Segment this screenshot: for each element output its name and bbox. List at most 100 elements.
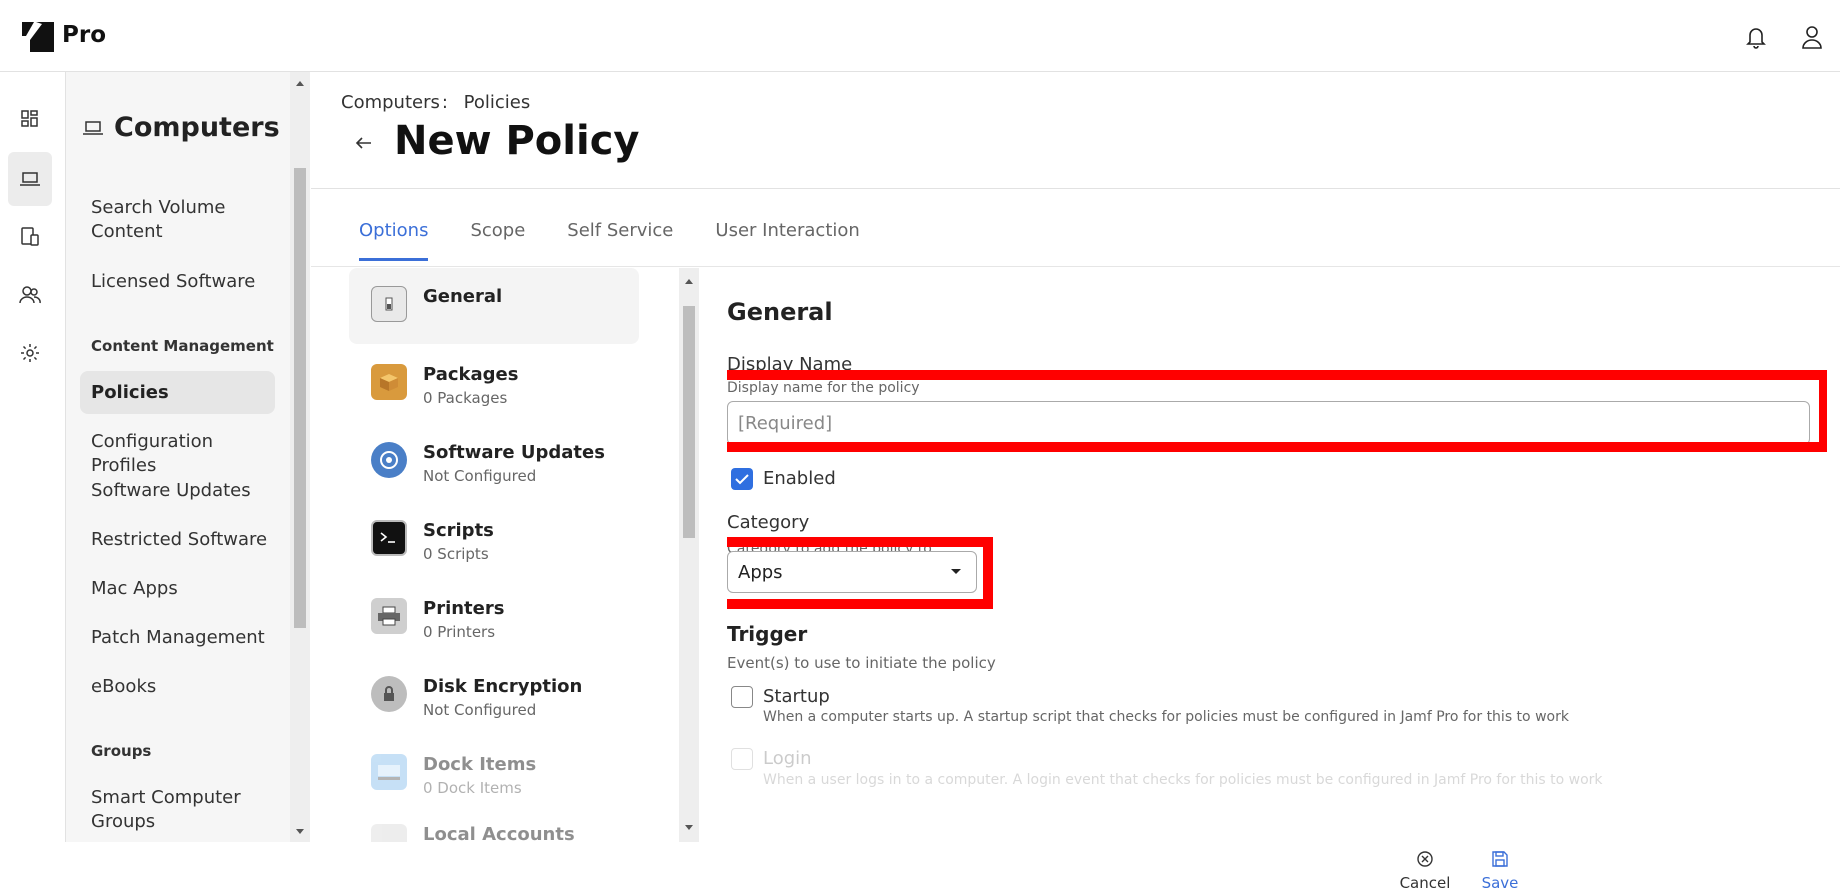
scroll-down-icon[interactable] — [290, 824, 310, 840]
startup-checkbox[interactable] — [731, 686, 753, 708]
rail-settings[interactable] — [8, 326, 52, 380]
main-content: Computers: Policies New Policy Options S… — [311, 72, 1840, 892]
sidebar-item-licensed-software[interactable]: Licensed Software — [91, 270, 281, 294]
switch-icon — [371, 286, 407, 322]
trigger-title: Trigger — [727, 622, 808, 646]
sidebar-item-mac-apps[interactable]: Mac Apps — [91, 577, 281, 601]
breadcrumb: Computers: Policies — [341, 92, 530, 113]
option-printers-label: Printers — [423, 598, 505, 619]
save-label: Save — [1481, 874, 1519, 892]
brand-name: Pro — [62, 22, 107, 48]
options-list: General Packages 0 Packages Software Upd… — [311, 268, 681, 842]
option-disk-encryption-label: Disk Encryption — [423, 676, 583, 697]
sidebar-header: Computers — [82, 112, 280, 143]
printer-icon — [371, 598, 407, 634]
accounts-icon — [371, 824, 407, 842]
option-scripts-count: 0 Scripts — [423, 545, 489, 563]
option-local-accounts[interactable]: Local Accounts — [371, 824, 575, 842]
scroll-up-icon[interactable] — [290, 76, 310, 92]
icon-rail — [0, 72, 66, 842]
option-printers-count: 0 Printers — [423, 623, 496, 641]
sidebar-scrollbar-thumb[interactable] — [294, 168, 306, 628]
sidebar-section-content-management: Content Management — [91, 337, 274, 355]
option-printers[interactable]: Printers 0 Printers — [371, 598, 504, 641]
dashboard-icon — [21, 110, 38, 127]
option-disk-encryption-status: Not Configured — [423, 701, 537, 719]
sidebar-item-patch-management[interactable]: Patch Management — [91, 626, 281, 650]
option-disk-encryption[interactable]: Disk Encryption Not Configured — [371, 676, 582, 719]
page-title: New Policy — [394, 118, 640, 164]
form-section-title: General — [727, 298, 833, 326]
software-update-icon — [371, 442, 407, 478]
rail-dashboard[interactable] — [8, 92, 52, 146]
options-scrollbar-thumb[interactable] — [683, 306, 695, 538]
sidebar-title: Computers — [114, 112, 280, 143]
startup-help: When a computer starts up. A startup scr… — [763, 709, 1569, 725]
login-row: Login When a user logs in to a computer.… — [727, 746, 1827, 816]
laptop-icon — [20, 172, 40, 186]
tab-options[interactable]: Options — [359, 220, 429, 261]
terminal-icon — [371, 520, 407, 556]
breadcrumb-root[interactable]: Computers — [341, 92, 440, 113]
cancel-button[interactable]: Cancel — [1395, 850, 1455, 892]
dock-icon — [371, 754, 407, 790]
login-label: Login — [763, 748, 812, 769]
sidebar-item-software-updates[interactable]: Software Updates — [91, 479, 281, 503]
option-dock-items[interactable]: Dock Items 0 Dock Items — [371, 754, 536, 797]
breadcrumb-separator: : — [441, 92, 448, 113]
sidebar-item-smart-computer-groups[interactable]: Smart Computer Groups — [91, 786, 281, 834]
breadcrumb-current[interactable]: Policies — [464, 92, 531, 113]
tab-self-service[interactable]: Self Service — [567, 220, 673, 261]
option-general-label: General — [423, 286, 503, 307]
sidebar-item-configuration-profiles[interactable]: Configuration Profiles — [91, 430, 281, 478]
tab-bar: Options Scope Self Service User Interact… — [359, 220, 860, 261]
login-help: When a user logs in to a computer. A log… — [763, 772, 1603, 788]
general-form: General Display Name Display name for th… — [727, 268, 1827, 842]
scroll-down-icon[interactable] — [679, 820, 699, 836]
login-checkbox[interactable] — [731, 748, 753, 770]
enabled-checkbox[interactable] — [731, 468, 753, 490]
option-dock-items-label: Dock Items — [423, 754, 537, 775]
startup-label: Startup — [763, 686, 830, 707]
disk-encryption-icon — [371, 676, 407, 712]
option-software-updates-label: Software Updates — [423, 442, 605, 463]
checkmark-icon — [735, 474, 749, 485]
option-local-accounts-label: Local Accounts — [423, 824, 575, 842]
package-icon — [371, 364, 407, 400]
tab-user-interaction[interactable]: User Interaction — [715, 220, 859, 261]
sidebar-scrollbar[interactable] — [290, 72, 310, 842]
user-icon[interactable] — [1800, 24, 1824, 50]
jamf-logo-icon — [22, 22, 54, 52]
options-scrollbar[interactable] — [679, 268, 699, 842]
option-scripts[interactable]: Scripts 0 Scripts — [371, 520, 494, 563]
option-dock-items-count: 0 Dock Items — [423, 779, 522, 797]
option-software-updates-status: Not Configured — [423, 467, 537, 485]
laptop-icon — [83, 120, 103, 135]
back-arrow-icon[interactable] — [351, 130, 377, 156]
cancel-label: Cancel — [1399, 874, 1451, 892]
option-general[interactable]: General — [371, 286, 502, 322]
option-packages[interactable]: Packages 0 Packages — [371, 364, 518, 407]
trigger-help: Event(s) to use to initiate the policy — [727, 654, 996, 672]
highlight-box-category — [727, 537, 993, 609]
users-icon — [19, 286, 41, 304]
highlight-box-display-name — [727, 370, 1827, 452]
scroll-up-icon[interactable] — [679, 274, 699, 290]
save-icon — [1492, 851, 1508, 867]
rail-computers[interactable] — [8, 152, 52, 206]
rail-users[interactable] — [8, 268, 52, 322]
sidebar-item-restricted-software[interactable]: Restricted Software — [91, 528, 281, 552]
option-software-updates[interactable]: Software Updates Not Configured — [371, 442, 605, 485]
sidebar-item-ebooks[interactable]: eBooks — [91, 675, 281, 699]
top-bar: Pro — [0, 0, 1840, 72]
header-divider — [311, 188, 1840, 189]
bell-icon[interactable] — [1744, 24, 1768, 50]
sidebar-item-policies[interactable]: Policies — [91, 381, 281, 405]
gear-icon — [21, 344, 39, 362]
rail-devices[interactable] — [8, 210, 52, 264]
tab-scope[interactable]: Scope — [470, 220, 525, 261]
tabs-divider — [311, 266, 1840, 267]
sidebar-item-search-volume-content[interactable]: Search Volume Content — [91, 196, 281, 244]
cancel-icon — [1417, 851, 1433, 867]
save-button[interactable]: Save — [1470, 850, 1530, 892]
